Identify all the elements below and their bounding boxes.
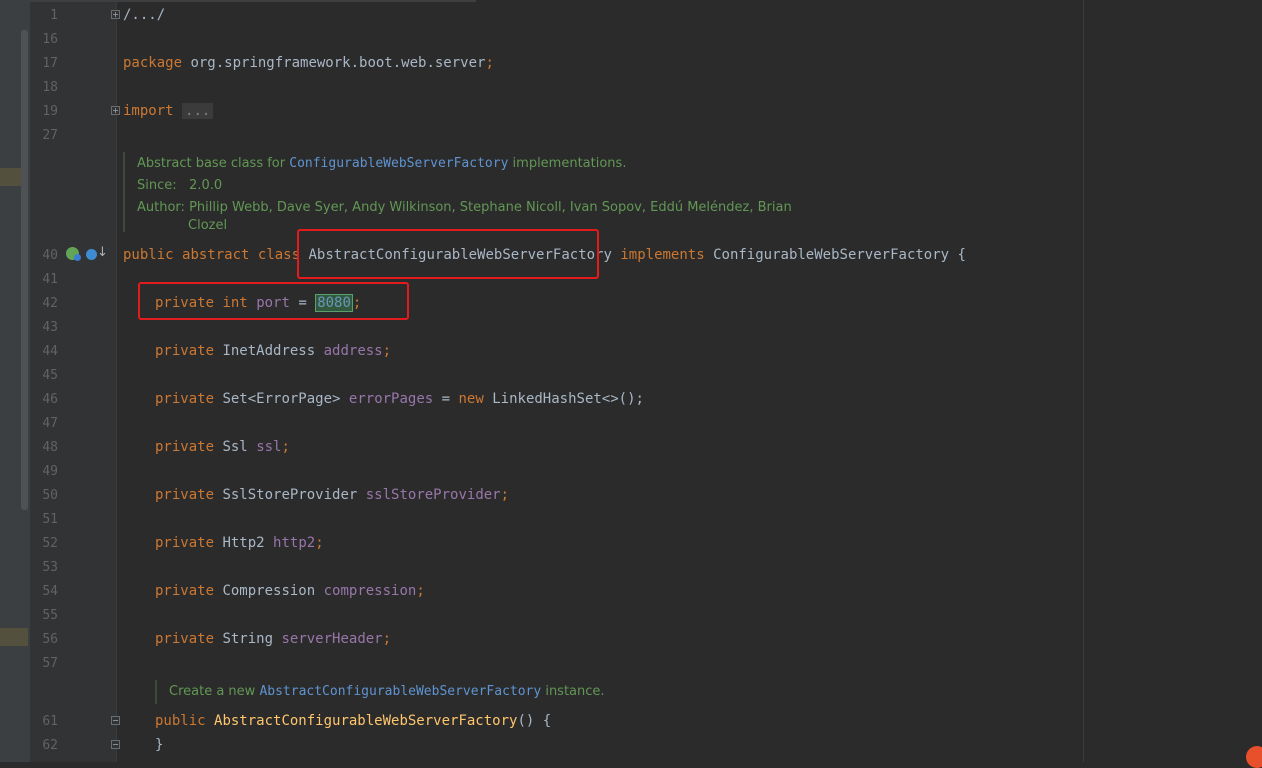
import-fold[interactable]: ... [182,103,214,119]
line-number[interactable]: 56 [30,632,58,647]
bookmark-marker [0,628,28,646]
serverheader-field: private String serverHeader; [155,631,392,647]
line-number[interactable]: 18 [30,80,58,95]
line-number[interactable]: 52 [30,536,58,551]
left-scrollbar[interactable] [21,30,28,510]
address-field: private InetAddress address; [155,343,392,359]
class-name-highlight-box [297,229,599,279]
class-doc-author: Author: Phillip Webb, Dave Syer, Andy Wi… [137,200,792,215]
line-number[interactable]: 47 [30,416,58,431]
http2-field: private Http2 http2; [155,535,324,551]
constructor-declaration: public AbstractConfigurableWebServerFact… [155,713,552,729]
implementation-icon[interactable] [86,249,97,260]
doc-link[interactable]: AbstractConfigurableWebServerFactory [259,684,541,699]
doc-comment-bar [123,152,125,232]
expand-fold-icon[interactable] [111,106,120,115]
class-doc-author-cont: Clozel [188,218,228,233]
line-number[interactable]: 51 [30,512,58,527]
line-number[interactable]: 40 [30,248,58,263]
line-number[interactable]: 45 [30,368,58,383]
compression-field: private Compression compression; [155,583,425,599]
line-number[interactable]: 55 [30,608,58,623]
left-tool-strip [0,0,30,762]
file-header-fold[interactable]: /.../ [123,6,165,24]
package-statement: package org.springframework.boot.web.ser… [123,55,494,71]
ssl-field: private Ssl ssl; [155,439,290,455]
ctor-doc-bar [155,680,157,704]
constructor-name[interactable]: AbstractConfigurableWebServerFactory [214,713,517,729]
tab-bar-edge [30,0,476,2]
expand-fold-icon[interactable] [111,10,120,19]
constructor-close: } [155,737,164,753]
ctor-doc: Create a new AbstractConfigurableWebServ… [169,684,605,699]
line-number[interactable]: 53 [30,560,58,575]
line-number[interactable]: 41 [30,272,58,287]
line-number[interactable]: 16 [30,32,58,47]
right-margin-guide [1083,0,1084,762]
line-number[interactable]: 43 [30,320,58,335]
line-number[interactable]: 1 [30,8,58,23]
spring-bean-icon[interactable] [66,247,81,261]
line-number[interactable]: 49 [30,464,58,479]
collapse-fold-icon[interactable] [111,716,120,725]
line-number[interactable]: 62 [30,738,58,753]
line-number[interactable]: 57 [30,656,58,671]
errorpages-field: private Set<ErrorPage> errorPages = new … [155,391,644,407]
class-doc-since: Since: 2.0.0 [137,178,223,193]
line-number[interactable]: 27 [30,128,58,143]
collapse-fold-icon[interactable] [111,740,120,749]
line-number[interactable]: 17 [30,56,58,71]
down-arrow-icon[interactable]: ↓ [97,245,108,260]
import-statement: import ... [123,102,214,120]
line-number[interactable]: 54 [30,584,58,599]
sslstoreprovider-field: private SslStoreProvider sslStoreProvide… [155,487,510,503]
interface-name[interactable]: ConfigurableWebServerFactory [713,247,949,263]
line-number[interactable]: 46 [30,392,58,407]
watermark-logo-icon [1246,746,1262,768]
line-number[interactable]: 50 [30,488,58,503]
line-number[interactable]: 61 [30,714,58,729]
line-number[interactable]: 19 [30,104,58,119]
doc-link[interactable]: ConfigurableWebServerFactory [289,156,508,171]
line-number[interactable]: 48 [30,440,58,455]
line-number[interactable]: 44 [30,344,58,359]
class-doc-summary: Abstract base class for ConfigurableWebS… [137,156,627,171]
line-number[interactable]: 42 [30,296,58,311]
port-field-highlight-box [138,282,409,320]
